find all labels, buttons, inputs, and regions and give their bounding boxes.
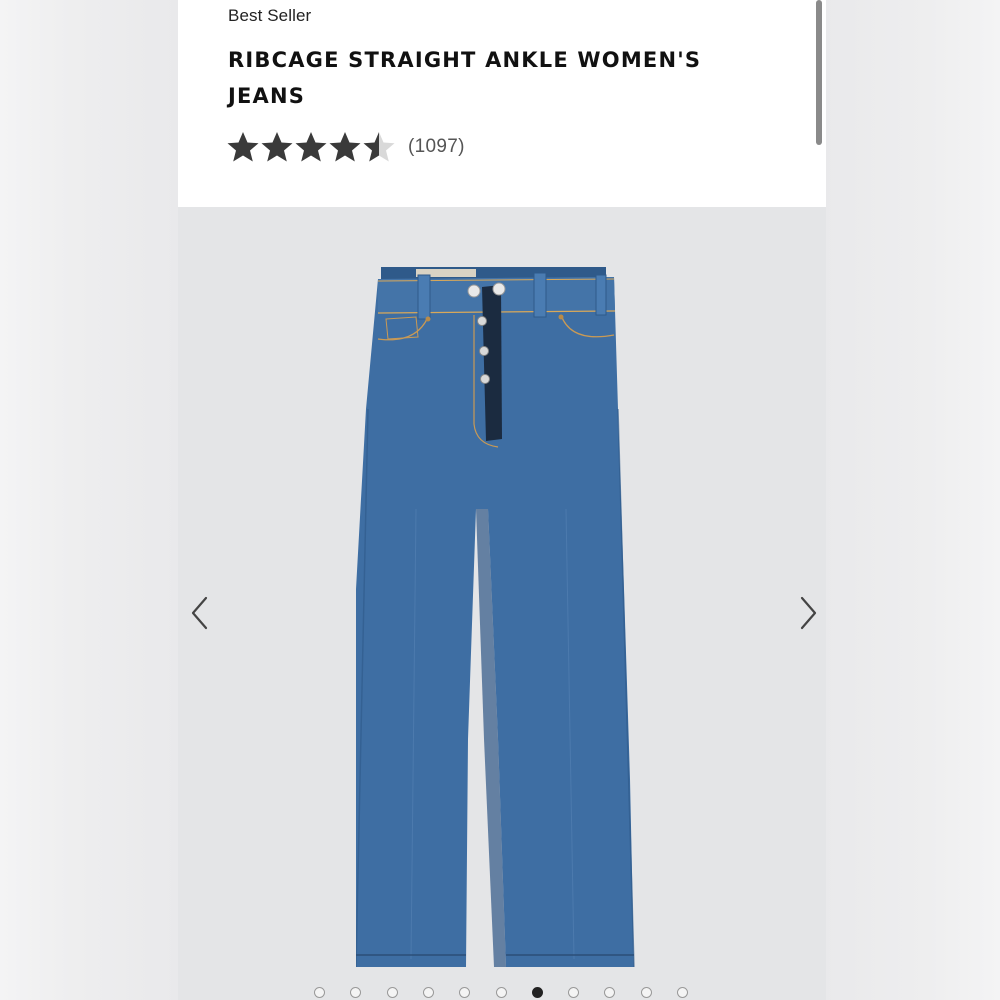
product-image[interactable] (356, 259, 656, 969)
best-seller-badge: Best Seller (228, 6, 312, 25)
star-icon (227, 132, 259, 162)
chevron-left-icon (191, 596, 208, 630)
previous-image-button[interactable] (180, 593, 220, 633)
product-title-line-2: JEANS (228, 84, 306, 108)
pagination-dot[interactable] (422, 987, 434, 998)
product-header: Best Seller RIBCAGE STRAIGHT ANKLE WOMEN… (178, 0, 826, 207)
pagination-dot[interactable] (495, 987, 507, 998)
review-count[interactable]: (1097) (408, 136, 465, 158)
pagination-dot[interactable] (314, 987, 325, 998)
pagination-dot[interactable] (604, 987, 616, 998)
star-icon (329, 132, 361, 162)
pagination-dot[interactable] (386, 987, 398, 998)
product-title-line-1: RIBCAGE STRAIGHT ANKLE WOMEN'S (228, 48, 702, 72)
chevron-right-icon (800, 596, 817, 630)
scrollbar-thumb[interactable] (816, 0, 822, 145)
gallery-pagination-dots (178, 982, 826, 1000)
image-gallery (178, 207, 826, 1000)
pagination-dot[interactable] (350, 987, 362, 998)
background-blur-left (0, 0, 178, 1000)
product-title: RIBCAGE STRAIGHT ANKLE WOMEN'S JEANS (228, 42, 768, 114)
background-blur-right (822, 0, 1000, 1000)
star-icon (261, 132, 293, 162)
star-icon (295, 132, 327, 162)
pagination-dot[interactable] (568, 987, 580, 998)
pagination-dot[interactable] (677, 987, 688, 998)
product-panel: Best Seller RIBCAGE STRAIGHT ANKLE WOMEN… (178, 0, 826, 1000)
pagination-dot[interactable] (459, 987, 471, 998)
next-image-button[interactable] (788, 593, 826, 633)
pagination-dot[interactable] (640, 987, 652, 998)
rating-row[interactable]: (1097) (226, 128, 465, 166)
star-rating (226, 130, 396, 164)
star-icon (363, 132, 395, 162)
pagination-dot[interactable] (531, 987, 543, 998)
